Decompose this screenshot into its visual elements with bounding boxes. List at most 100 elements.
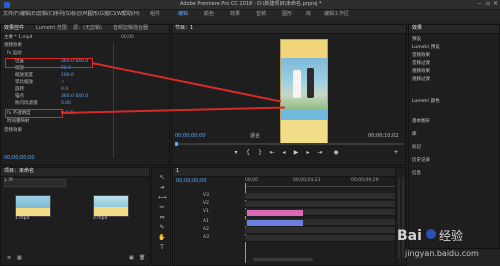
tab-source[interactable]: 源：(无剪辑) xyxy=(73,26,102,31)
param-value[interactable]: 360.0 640.0 xyxy=(61,94,88,100)
param-value[interactable]: 0.00 xyxy=(61,101,71,107)
track-label[interactable]: V3 xyxy=(203,193,209,199)
effects-item[interactable]: 历史记录 xyxy=(412,158,430,164)
menu-marker[interactable]: 标记(M) xyxy=(71,12,89,17)
effects-item[interactable]: 基本图形 xyxy=(412,119,430,125)
list-view-icon[interactable]: ≡ xyxy=(7,256,11,261)
menu-edit[interactable]: 编辑(E) xyxy=(20,12,37,17)
effect-controls-panel: 效果控件 Lumetri 范围 源：(无剪辑) 音频剪辑混合器 主要 * 1.m… xyxy=(0,24,170,166)
ws-graphics[interactable]: 图形 xyxy=(282,12,292,17)
motion-section[interactable]: fx 运动 xyxy=(7,51,22,57)
minimize-icon[interactable]: – xyxy=(478,1,481,7)
maximize-icon[interactable]: ▫ xyxy=(486,1,490,7)
tab-sequence[interactable]: 1 xyxy=(176,169,179,174)
time-remap-section[interactable]: 时间重映射 xyxy=(7,119,30,125)
ws-effects[interactable]: 效果 xyxy=(230,12,240,17)
tab-effect-controls[interactable]: 效果控件 xyxy=(4,26,24,31)
timeline-tabs: 1 xyxy=(173,168,406,177)
clip-name-1[interactable]: 1.mp4 xyxy=(15,216,29,222)
timeline-ruler[interactable] xyxy=(245,186,405,187)
effects-item[interactable]: 音频过渡 xyxy=(412,61,430,67)
ws-libraries[interactable]: 库 xyxy=(306,12,311,17)
menu-sequence[interactable]: 序列(S) xyxy=(54,12,71,17)
effect-controls-timecode[interactable]: 00;00;00;00 xyxy=(4,156,35,161)
program-timecode[interactable]: 00;00;00;00 xyxy=(175,134,206,139)
thumbnail-clip-2[interactable] xyxy=(93,195,129,217)
ws-editing[interactable]: 编辑 xyxy=(178,12,188,17)
track-label[interactable]: A2 xyxy=(203,227,209,233)
track-label[interactable]: V1 xyxy=(203,209,209,215)
effects-item[interactable]: 预设 xyxy=(412,37,421,43)
menu-clip[interactable]: 剪辑(C) xyxy=(37,12,54,17)
frame-top-band xyxy=(281,40,327,58)
fit-dropdown[interactable]: 适合 xyxy=(250,134,260,139)
effects-item[interactable]: 库 xyxy=(412,132,417,138)
track-lane-a3 xyxy=(245,235,405,242)
video-effects-heading: 视频效果 xyxy=(4,43,22,48)
ws-color[interactable]: 颜色 xyxy=(204,12,214,17)
trash-icon[interactable]: 🗑 xyxy=(139,256,145,261)
thumbnail-clip-1[interactable] xyxy=(15,195,51,217)
tab-project[interactable]: 项目：未命名 xyxy=(4,169,34,174)
video-frame[interactable] xyxy=(280,39,328,144)
track-label[interactable]: A3 xyxy=(203,235,209,241)
icon-view-icon[interactable]: ▦ xyxy=(17,256,22,261)
menu-file[interactable]: 文件(F) xyxy=(3,12,20,17)
program-tabs: 节目：1 xyxy=(172,25,406,34)
clip-name-2[interactable]: 2.mp4 xyxy=(93,216,107,222)
tab-lumetri[interactable]: Lumetri 范围 xyxy=(36,26,67,31)
effects-item[interactable]: 音频效果 xyxy=(412,53,430,59)
mark-out-button[interactable]: } xyxy=(256,149,264,157)
effects-item[interactable]: 信息 xyxy=(412,171,421,177)
effects-item[interactable]: 视频效果 xyxy=(412,69,430,75)
param-value[interactable]: ✓ xyxy=(61,80,65,86)
menu-graphics[interactable]: 图形(G) xyxy=(88,12,106,17)
effects-item[interactable]: Lumetri 预设 xyxy=(412,45,440,51)
pen-tool-icon[interactable]: ✎ xyxy=(158,224,166,232)
ws-custom[interactable]: 编辑工作区 xyxy=(324,12,349,17)
video-clip[interactable] xyxy=(247,210,303,216)
hand-tool-icon[interactable]: ✋ xyxy=(158,234,166,242)
param-value[interactable]: 100.0 xyxy=(61,73,74,79)
audio-effects-heading: 音频效果 xyxy=(4,128,22,133)
track-select-tool-icon[interactable]: ⇥ xyxy=(158,184,166,192)
slip-tool-icon[interactable]: ⇔ xyxy=(158,214,166,222)
effects-item[interactable]: 视频过渡 xyxy=(412,77,430,83)
tools-panel: ↖ ⇥ ⟷ ✂ ⇔ ✎ ✋ T xyxy=(151,167,171,266)
tab-effects[interactable]: 效果 xyxy=(412,26,422,31)
selection-tool-icon[interactable]: ↖ xyxy=(158,174,166,182)
mark-in-button[interactable]: { xyxy=(244,149,252,157)
ruler-label: 00;00;09;29 xyxy=(351,178,379,183)
keyframe-divider xyxy=(113,43,114,158)
new-item-icon[interactable]: ▣ xyxy=(129,256,134,261)
effects-item[interactable]: 标记 xyxy=(412,145,421,151)
timeline-scrollbar[interactable] xyxy=(253,258,313,261)
step-back-icon[interactable]: ◂ xyxy=(280,149,288,157)
param-row-antiflicker: 防闪烁滤镜 0.00 xyxy=(7,101,127,108)
close-icon[interactable]: × xyxy=(493,1,498,7)
ws-assembly[interactable]: 组件 xyxy=(150,12,160,17)
program-scrubber[interactable] xyxy=(175,143,403,145)
play-icon[interactable]: ▶ xyxy=(292,149,300,157)
tab-audio-mixer[interactable]: 音频剪辑混合器 xyxy=(113,26,148,31)
go-to-out-icon[interactable]: ⇥ xyxy=(316,149,324,157)
step-forward-icon[interactable]: ▸ xyxy=(304,149,312,157)
param-value[interactable]: 0.0 xyxy=(61,87,68,93)
go-to-in-icon[interactable]: ⇤ xyxy=(268,149,276,157)
figure-left xyxy=(293,70,301,98)
ripple-edit-tool-icon[interactable]: ⟷ xyxy=(158,194,167,202)
type-tool-icon[interactable]: T xyxy=(158,244,166,252)
playhead-marker[interactable] xyxy=(175,142,178,146)
effects-item[interactable]: Lumetri 颜色 xyxy=(412,99,440,105)
track-label[interactable]: A1 xyxy=(203,219,209,225)
track-label[interactable]: V2 xyxy=(203,201,209,207)
tab-program[interactable]: 节目：1 xyxy=(175,26,193,31)
project-search-input[interactable] xyxy=(4,179,66,187)
ws-audio[interactable]: 音频 xyxy=(256,12,266,17)
settings-icon[interactable]: + xyxy=(392,149,400,157)
audio-clip[interactable] xyxy=(247,220,303,226)
marker-button[interactable]: ▾ xyxy=(232,149,240,157)
timeline-timecode[interactable]: 00;00;00;00 xyxy=(176,179,207,184)
export-frame-icon[interactable]: ◉ xyxy=(332,149,340,157)
razor-tool-icon[interactable]: ✂ xyxy=(158,204,166,212)
